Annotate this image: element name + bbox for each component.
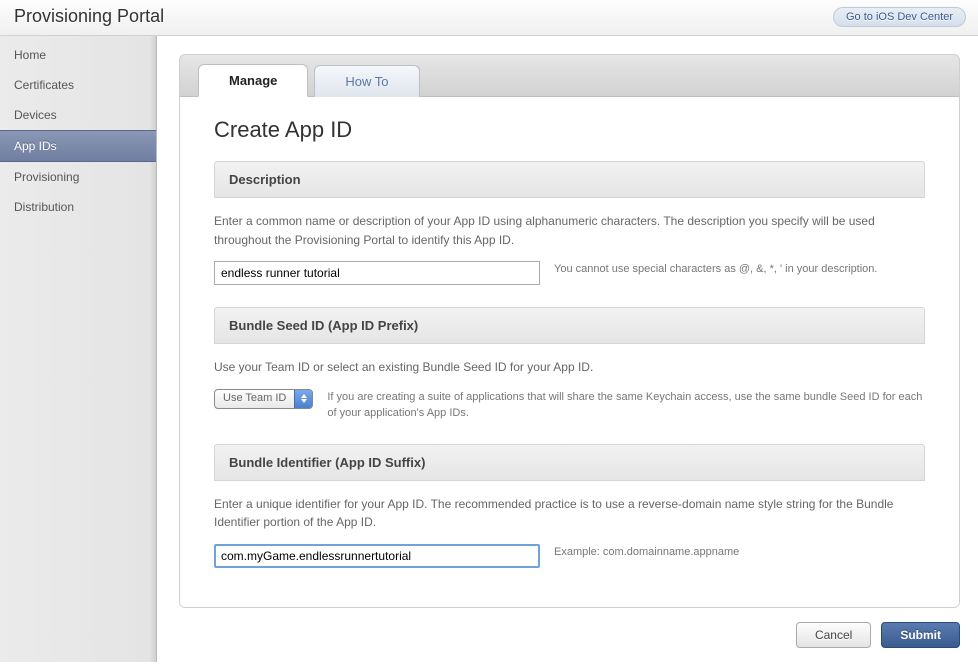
dev-center-link[interactable]: Go to iOS Dev Center [833, 7, 966, 27]
tab-manage[interactable]: Manage [198, 64, 308, 97]
tab-how-to[interactable]: How To [314, 65, 419, 97]
bundle-seed-select[interactable]: Use Team ID [214, 389, 313, 409]
bundle-seed-select-value: Use Team ID [215, 390, 294, 407]
bundle-identifier-hint: Example: com.domainname.appname [554, 544, 925, 561]
bundle-seed-hint: If you are creating a suite of applicati… [327, 389, 925, 422]
header-bar: Provisioning Portal Go to iOS Dev Center [0, 0, 978, 36]
sidebar-item-devices[interactable]: Devices [0, 100, 156, 130]
section-header-bundle-seed: Bundle Seed ID (App ID Prefix) [214, 307, 925, 344]
select-updown-icon [294, 390, 312, 408]
section-header-description: Description [214, 161, 925, 198]
main-panel: Manage How To Create App ID Description … [157, 36, 978, 662]
sidebar-item-distribution[interactable]: Distribution [0, 192, 156, 222]
section-body-bundle-seed: Use your Team ID or select an existing B… [214, 344, 925, 444]
section-body-bundle-identifier: Enter a unique identifier for your App I… [214, 481, 925, 590]
submit-button[interactable]: Submit [881, 622, 960, 648]
description-help-text: Enter a common name or description of yo… [214, 212, 925, 249]
page-title: Create App ID [214, 117, 925, 143]
portal-title: Provisioning Portal [14, 6, 164, 27]
bundle-identifier-help-text: Enter a unique identifier for your App I… [214, 495, 925, 532]
sidebar-item-home[interactable]: Home [0, 40, 156, 70]
section-body-description: Enter a common name or description of yo… [214, 198, 925, 307]
section-header-bundle-identifier: Bundle Identifier (App ID Suffix) [214, 444, 925, 481]
sidebar-item-certificates[interactable]: Certificates [0, 70, 156, 100]
bundle-seed-help-text: Use your Team ID or select an existing B… [214, 358, 925, 377]
buttons-row: Cancel Submit [161, 608, 978, 662]
sidebar: Home Certificates Devices App IDs Provis… [0, 36, 157, 662]
tabs-bar: Manage How To [179, 54, 960, 96]
sidebar-item-app-ids[interactable]: App IDs [0, 130, 156, 162]
bundle-identifier-input[interactable] [214, 544, 540, 568]
content-area: Create App ID Description Enter a common… [179, 96, 960, 608]
cancel-button[interactable]: Cancel [796, 622, 871, 648]
sidebar-item-provisioning[interactable]: Provisioning [0, 162, 156, 192]
description-hint: You cannot use special characters as @, … [554, 261, 925, 278]
description-input[interactable] [214, 261, 540, 285]
